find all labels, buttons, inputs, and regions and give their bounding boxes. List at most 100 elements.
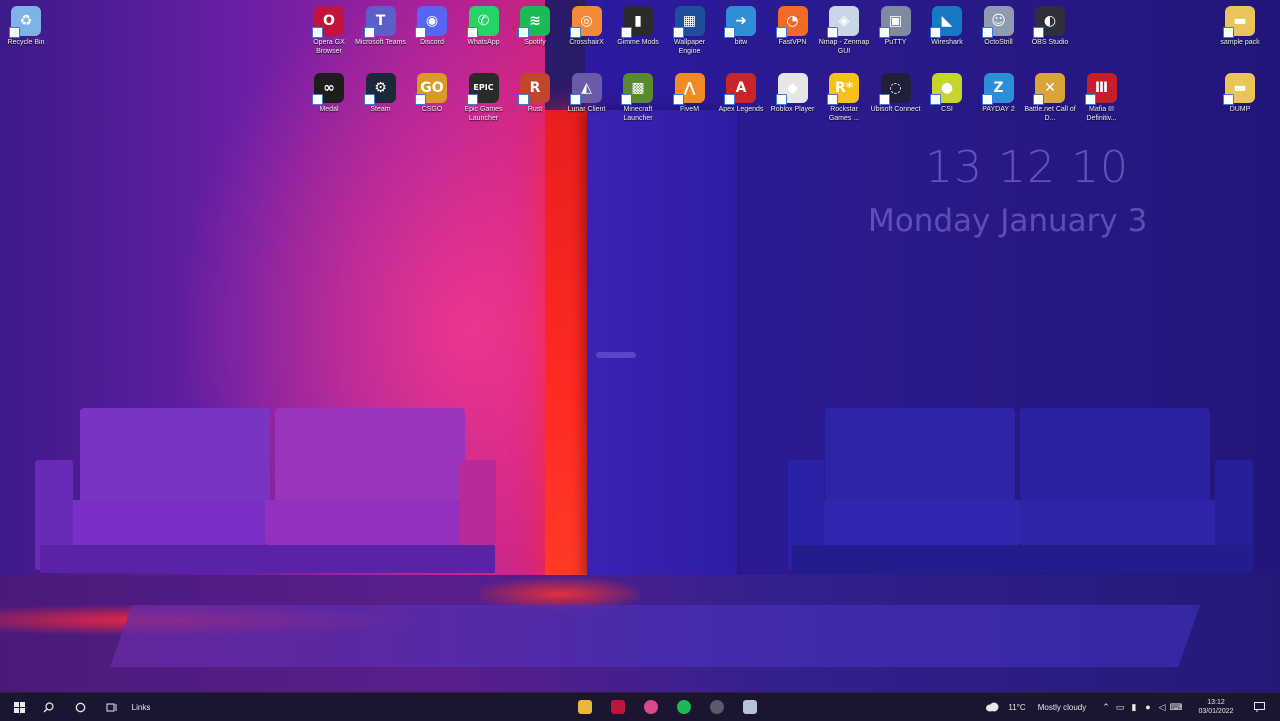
- links-toolbar[interactable]: Links: [128, 693, 154, 721]
- desktop-icon-label: Lunar Client: [567, 106, 606, 113]
- search-button[interactable]: [38, 693, 58, 721]
- weather-temp-button[interactable]: 11°C: [1005, 693, 1029, 721]
- desktop-icon-label: Spotify: [524, 39, 546, 46]
- shortcut-arrow-icon: [312, 27, 323, 38]
- desktop-icon-label: PAYDAY 2: [982, 106, 1015, 113]
- desktop-icon-roblox[interactable]: ◆ Roblox Player: [767, 73, 819, 114]
- desktop-icon-label: FastVPN: [778, 39, 807, 46]
- crosshairx-icon: ◎: [569, 6, 602, 38]
- desktop-icon-rockstar[interactable]: R* Rockstar Games ...: [818, 73, 870, 123]
- desktop-icon-minecraft[interactable]: ▩ Minecraft Launcher: [612, 73, 664, 123]
- search-icon: [43, 701, 54, 712]
- desktop-icon-steam[interactable]: ⚙ Steam: [355, 73, 407, 114]
- taskbar-app-file-explorer[interactable]: [573, 693, 597, 721]
- shortcut-arrow-icon: [466, 94, 478, 105]
- desktop-icon-label: Microsoft Teams: [355, 39, 406, 46]
- desktop-icon-crosshairx[interactable]: ◎ CrosshairX: [561, 6, 613, 47]
- desktop-icon-bitw[interactable]: ➜ bitw: [715, 6, 767, 47]
- desktop-icon-lunar-client[interactable]: ◭ Lunar Client: [561, 73, 613, 114]
- taskbar-app-opera-gx[interactable]: [606, 693, 630, 721]
- shortcut-arrow-icon: [827, 94, 838, 105]
- desktop-icon-putty[interactable]: ▣ PuTTY: [870, 6, 922, 47]
- putty-icon: ▣: [878, 6, 911, 38]
- desktop-icon-sample-pack[interactable]: ▬ sample pack: [1214, 6, 1266, 47]
- wallpaper-door-light: [545, 110, 587, 580]
- desktop-icon-call-of-duty[interactable]: ✕ Battle.net Call of D...: [1024, 73, 1076, 123]
- weather-widget-icon[interactable]: [984, 693, 1000, 721]
- notification-center-button[interactable]: [1250, 693, 1268, 721]
- opera-gx-icon: [611, 700, 625, 714]
- wireshark-icon: ◣: [930, 6, 962, 38]
- desktop-icon-nmap[interactable]: ◈ Nmap - Zenmap GUI: [818, 6, 870, 56]
- desktop-icon-fastvpn[interactable]: ◔ FastVPN: [767, 6, 819, 47]
- taskbar-app-app-generic[interactable]: [738, 693, 762, 721]
- shortcut-arrow-icon: [1084, 94, 1096, 105]
- desktop-icon-csi[interactable]: ● CSI: [921, 73, 973, 114]
- desktop-icon-opera-gx[interactable]: O Opera GX Browser: [303, 6, 355, 56]
- paladins-icon: Z: [981, 73, 1014, 105]
- sofa-cushion: [825, 408, 1015, 508]
- shortcut-arrow-icon: [981, 27, 993, 38]
- wallpaper-rug: [110, 605, 1200, 667]
- desktop-icon-fivem[interactable]: ⋀ FiveM: [664, 73, 716, 114]
- sofa-cushion: [275, 408, 465, 508]
- desktop-icon-wallpaper-engine[interactable]: ▦ Wallpaper Engine: [664, 6, 716, 56]
- shortcut-arrow-icon: [518, 94, 529, 105]
- desktop-icon-rust[interactable]: R Rust: [509, 73, 561, 114]
- desktop-icon-label: DUMP: [1229, 106, 1251, 113]
- wallpaper-engine-icon: ▦: [672, 6, 705, 38]
- shortcut-arrow-icon: [363, 94, 375, 105]
- roblox-icon: ◆: [775, 73, 808, 105]
- desktop-icon-label: CrosshairX: [569, 39, 604, 46]
- shortcut-arrow-icon: [930, 27, 941, 38]
- task-view-icon: [106, 703, 117, 711]
- shortcut-arrow-icon: [775, 27, 787, 38]
- obs-studio-icon: ◐: [1033, 6, 1065, 38]
- desktop-icon-mafia[interactable]: Ⅲ Mafia III Definitiv...: [1076, 73, 1128, 123]
- desktop-icon-ubisoft[interactable]: ◌ Ubisoft Connect: [870, 73, 922, 114]
- taskbar-app-chrome-like[interactable]: [639, 693, 663, 721]
- desktop-icon-epic-games[interactable]: EPIC Epic Games Launcher: [458, 73, 510, 123]
- shortcut-arrow-icon: [1223, 27, 1234, 38]
- desktop-icon-csgo[interactable]: GO CSGO: [406, 73, 458, 114]
- task-view-button[interactable]: [102, 693, 122, 721]
- shortcut-arrow-icon: [415, 94, 426, 105]
- tray-chevron-up-icon[interactable]: ⌃: [1100, 693, 1112, 721]
- desktop-icon-microsoft-teams[interactable]: T Microsoft Teams: [355, 6, 407, 47]
- taskbar-clock[interactable]: 13:12 03/01/2022: [1190, 693, 1242, 721]
- csi-icon: ●: [930, 73, 962, 105]
- tray-keyboard-icon[interactable]: ⌨: [1170, 693, 1183, 721]
- tray-microphone-icon[interactable]: ●: [1142, 693, 1154, 721]
- desktop-icon-label: Battle.net Call of D...: [1024, 106, 1076, 122]
- desktop-icon-paladins[interactable]: Z PAYDAY 2: [973, 73, 1025, 114]
- taskbar-app-obs[interactable]: [705, 693, 729, 721]
- sofa-seat: [815, 500, 1020, 545]
- desktop-icon-label: WhatsApp: [467, 39, 500, 46]
- epic-games-icon: EPIC: [466, 73, 499, 105]
- desktop-icon-discord[interactable]: ◉ Discord: [406, 6, 458, 47]
- weather-text-button[interactable]: Mostly cloudy: [1031, 693, 1093, 721]
- shortcut-arrow-icon: [621, 94, 632, 105]
- desktop-icon-gimme-mods[interactable]: ▮ Gimme Mods: [612, 6, 664, 47]
- recycle-bin-icon: ♻: [9, 6, 41, 38]
- taskbar-app-spotify[interactable]: [672, 693, 696, 721]
- desktop-icon-ghostwriter[interactable]: ☺ OctoStrill: [973, 6, 1025, 47]
- desktop-icon-wireshark[interactable]: ◣ Wireshark: [921, 6, 973, 47]
- start-button[interactable]: [8, 693, 30, 721]
- desktop-icon-whatsapp[interactable]: ✆ WhatsApp: [458, 6, 510, 47]
- wallpaper-door-handle: [596, 352, 636, 358]
- desktop-icon-apex-legends[interactable]: A Apex Legends: [715, 73, 767, 114]
- tray-battery-icon[interactable]: ▮: [1128, 693, 1140, 721]
- obs-icon: [710, 700, 724, 714]
- desktop-icon-spotify[interactable]: ≋ Spotify: [509, 6, 561, 47]
- desktop-icon-medal[interactable]: ∞ Medal: [303, 73, 355, 114]
- desktop-icon-obs-studio[interactable]: ◐ OBS Studio: [1024, 6, 1076, 47]
- cortana-button[interactable]: [70, 693, 90, 721]
- desktop-icon-recycle-bin[interactable]: ♻ Recycle Bin: [0, 6, 52, 47]
- spotify-icon: ≋: [518, 6, 550, 38]
- cortana-icon: [75, 702, 85, 712]
- tray-network-icon[interactable]: ▭: [1114, 693, 1126, 721]
- shortcut-arrow-icon: [415, 27, 426, 38]
- desktop-icon-dump[interactable]: ▬ DUMP: [1214, 73, 1266, 114]
- tray-volume-icon[interactable]: ◁: [1156, 693, 1168, 721]
